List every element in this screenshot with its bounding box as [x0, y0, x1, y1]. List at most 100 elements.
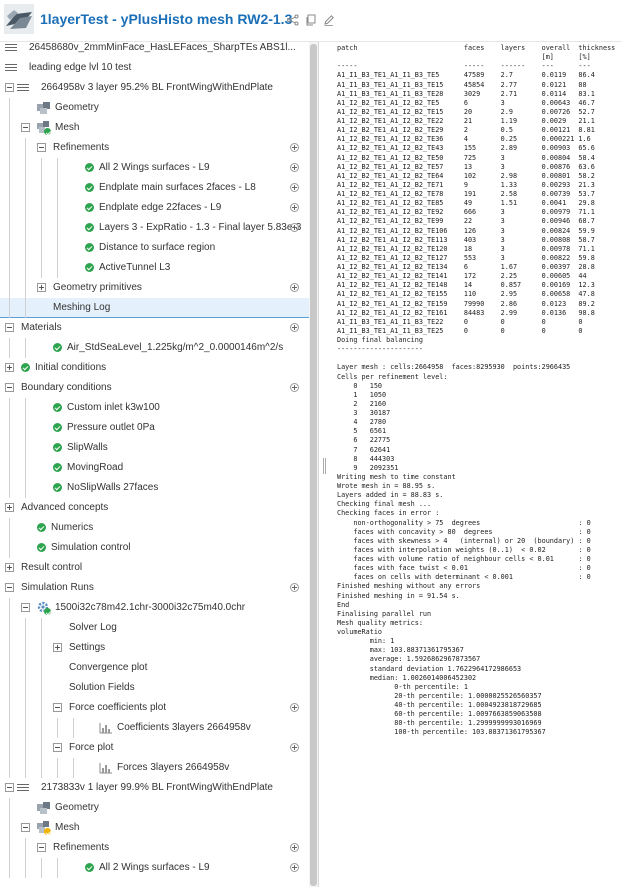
- tree-item-boundary-conditions[interactable]: Boundary conditions: [0, 378, 309, 398]
- tree-item-advanced-concepts[interactable]: Advanced concepts: [0, 498, 309, 518]
- collapse-icon[interactable]: [21, 823, 30, 832]
- expand-icon[interactable]: [53, 643, 62, 652]
- collapse-icon[interactable]: [37, 143, 46, 152]
- collapse-icon[interactable]: [21, 603, 30, 612]
- tree-item-endplate-edge-22faces-l9[interactable]: Endplate edge 22faces - L9: [0, 198, 309, 218]
- add-item-icon[interactable]: [290, 143, 299, 152]
- tree-item-label: Simulation control: [51, 542, 131, 553]
- tree-guide-line: [41, 858, 42, 878]
- expand-icon[interactable]: [5, 363, 14, 372]
- tree-item-noslipwalls-27faces[interactable]: NoSlipWalls 27faces: [0, 478, 309, 498]
- expand-icon[interactable]: [5, 563, 14, 572]
- tree-item-2664958v-3-layer-95-2-bl-frontwingwithen[interactable]: 2664958v 3 layer 95.2% BL FrontWingWithE…: [0, 78, 309, 98]
- tree-item-solution-fields[interactable]: Solution Fields: [0, 678, 309, 698]
- copy-icon[interactable]: [304, 13, 318, 27]
- collapse-icon[interactable]: [5, 583, 14, 592]
- share-icon[interactable]: [286, 13, 300, 27]
- tree-guide-line: [9, 258, 10, 278]
- edit-icon[interactable]: [322, 13, 336, 27]
- tree-item-numerics[interactable]: Numerics: [0, 518, 309, 538]
- tree-item-all-2-wings-surfaces-l9[interactable]: All 2 Wings surfaces - L9: [0, 158, 309, 178]
- tree-item-refinements[interactable]: Refinements: [0, 138, 309, 158]
- tree-item-geometry-primitives[interactable]: Geometry primitives: [0, 278, 309, 298]
- add-item-icon[interactable]: [290, 743, 299, 752]
- add-item-icon[interactable]: [290, 323, 299, 332]
- panel-divider[interactable]: [318, 42, 319, 887]
- tree-item-settings[interactable]: Settings: [0, 638, 309, 658]
- tree-item-endplate-main-surfaces-2faces-l8[interactable]: Endplate main surfaces 2faces - L8: [0, 178, 309, 198]
- tree-item-activetunnel-l3[interactable]: ActiveTunnel L3: [0, 258, 309, 278]
- add-item-icon[interactable]: [290, 283, 299, 292]
- tree-guide-line: [25, 398, 26, 418]
- expand-icon[interactable]: [5, 503, 14, 512]
- ok-status-icon: [85, 243, 94, 252]
- tree-item-layers-3-expratio-1-3-final-layer-5-83e-[interactable]: Layers 3 - ExpRatio - 1.3 - Final layer …: [0, 218, 309, 238]
- tree-guide-line: [9, 418, 10, 438]
- tree-item-convergence-plot[interactable]: Convergence plot: [0, 658, 309, 678]
- tree-item-mesh[interactable]: Mesh: [0, 118, 309, 138]
- collapse-icon[interactable]: [53, 743, 62, 752]
- collapse-icon[interactable]: [37, 843, 46, 852]
- tree-item-geometry[interactable]: Geometry: [0, 98, 309, 118]
- tree-item-mesh[interactable]: Mesh: [0, 818, 309, 838]
- tree-item-label: Custom inlet k3w100: [67, 402, 160, 413]
- tree-item-all-2-wings-surfaces-l9[interactable]: All 2 Wings surfaces - L9: [0, 858, 309, 878]
- simulation-spec-icon: [17, 83, 29, 93]
- ok-status-icon: [53, 403, 62, 412]
- add-item-icon[interactable]: [290, 183, 299, 192]
- tree-guide-line: [41, 678, 42, 698]
- tree-guide-line: [25, 618, 26, 638]
- tree-guide-line: [41, 198, 42, 218]
- collapse-icon[interactable]: [5, 323, 14, 332]
- tree-item-initial-conditions[interactable]: Initial conditions: [0, 358, 309, 378]
- tree-guide-line: [9, 438, 10, 458]
- collapse-icon[interactable]: [53, 703, 62, 712]
- tree-item-meshing-log[interactable]: Meshing Log: [0, 298, 309, 318]
- tree-item-label: Geometry: [55, 802, 99, 813]
- add-item-icon[interactable]: [290, 583, 299, 592]
- tree-guide-line: [41, 638, 42, 658]
- tree-item-force-plot[interactable]: Force plot: [0, 738, 309, 758]
- tree-item-geometry[interactable]: Geometry: [0, 798, 309, 818]
- tree-item-leading-edge-lvl-10-test[interactable]: leading edge lvl 10 test: [0, 58, 309, 78]
- tree-item-result-control[interactable]: Result control: [0, 558, 309, 578]
- expand-icon[interactable]: [37, 283, 46, 292]
- add-item-icon[interactable]: [290, 163, 299, 172]
- add-item-icon[interactable]: [290, 863, 299, 872]
- add-item-icon[interactable]: [290, 223, 299, 232]
- tree-item-label: All 2 Wings surfaces - L9: [99, 862, 210, 873]
- tree-guide-line: [41, 158, 42, 178]
- tree-guide-line: [25, 258, 26, 278]
- tree-item-label: Forces 3layers 2664958v: [117, 762, 230, 773]
- tree-item-coefficients-3layers-2664958v[interactable]: Coefficients 3layers 2664958v: [0, 718, 309, 738]
- tree-item-custom-inlet-k3w100[interactable]: Custom inlet k3w100: [0, 398, 309, 418]
- tree-item-1500i32c78m42-1chr-3000i32c75m40-0chr[interactable]: 1500i32c78m42.1chr-3000i32c75m40.0chr: [0, 598, 309, 618]
- tree-guide-line: [57, 858, 58, 878]
- add-item-icon[interactable]: [290, 703, 299, 712]
- tree-item-movingroad[interactable]: MovingRoad: [0, 458, 309, 478]
- add-item-icon[interactable]: [290, 203, 299, 212]
- tree-item-pressure-outlet-0pa[interactable]: Pressure outlet 0Pa: [0, 418, 309, 438]
- resize-grip-icon[interactable]: [323, 458, 326, 474]
- geometry-icon: [37, 802, 50, 814]
- tree-item-refinements[interactable]: Refinements: [0, 838, 309, 858]
- collapse-icon[interactable]: [5, 83, 14, 92]
- tree-item-slipwalls[interactable]: SlipWalls: [0, 438, 309, 458]
- tree-item-simulation-runs[interactable]: Simulation Runs: [0, 578, 309, 598]
- tree-item-force-coefficients-plot[interactable]: Force coefficients plot: [0, 698, 309, 718]
- tree-scrollbar-thumb[interactable]: [310, 44, 317, 886]
- collapse-icon[interactable]: [21, 123, 30, 132]
- tree-item-materials[interactable]: Materials: [0, 318, 309, 338]
- tree-item-2173833v-1-layer-99-9-bl-frontwingwithen[interactable]: 2173833v 1 layer 99.9% BL FrontWingWithE…: [0, 778, 309, 798]
- tree-item-simulation-control[interactable]: Simulation control: [0, 538, 309, 558]
- add-item-icon[interactable]: [290, 843, 299, 852]
- tree-item-distance-to-surface-region[interactable]: Distance to surface region: [0, 238, 309, 258]
- tree-item-solver-log[interactable]: Solver Log: [0, 618, 309, 638]
- tree-item-label: MovingRoad: [67, 462, 124, 473]
- add-item-icon[interactable]: [290, 383, 299, 392]
- tree-item-forces-3layers-2664958v[interactable]: Forces 3layers 2664958v: [0, 758, 309, 778]
- tree-item-air-stdsealevel-1-225kg-m-2-0-0000146m-2[interactable]: Air_StdSeaLevel_1.225kg/m^2_0.0000146m^2…: [0, 338, 309, 358]
- collapse-icon[interactable]: [5, 383, 14, 392]
- tree-item-26458680v-2mmminface-haslefaces-sharptes[interactable]: 26458680v_2mmMinFace_HasLEFaces_SharpTEs…: [0, 42, 309, 58]
- collapse-icon[interactable]: [5, 783, 14, 792]
